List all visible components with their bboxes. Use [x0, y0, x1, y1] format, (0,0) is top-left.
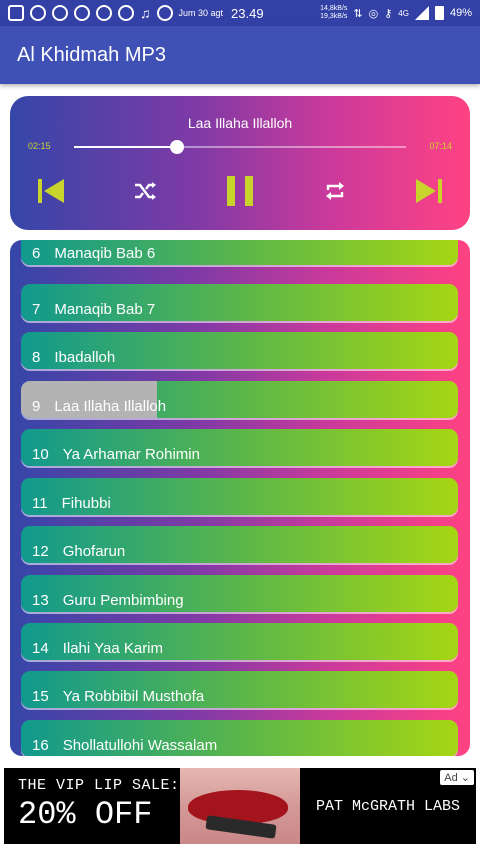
list-item[interactable]: 15 Ya Robbibil Musthofa — [21, 671, 458, 708]
hotspot-icon: ◎ — [368, 7, 379, 20]
list-item-text: 12 Ghofarun — [32, 543, 139, 560]
track-title: Ya Robbibil Musthofa — [62, 688, 205, 705]
list-item-text: 15 Ya Robbibil Musthofa — [32, 688, 218, 705]
speed-down: 19,3kB/s — [320, 13, 348, 20]
track-number: 6 — [32, 245, 41, 262]
seek-progress — [74, 146, 177, 148]
pause-button[interactable] — [226, 176, 254, 206]
track-title: Ilahi Yaa Karim — [62, 640, 164, 657]
track-number: 16 — [32, 737, 49, 754]
list-item-text: 9 Laa Illaha Illalloh — [32, 398, 180, 415]
track-number: 8 — [32, 349, 41, 366]
list-item-text: 7 Manaqib Bab 7 — [32, 301, 169, 318]
app-notification-icon — [8, 5, 24, 21]
battery-icon — [434, 6, 444, 20]
repeat-icon — [326, 182, 344, 200]
aperture-icon — [118, 5, 134, 21]
seek-bar[interactable] — [74, 140, 406, 154]
repeat-button[interactable] — [323, 176, 347, 206]
ad-brand-block: PAT McGRATH LABS Ad ⌄ — [300, 768, 476, 844]
track-title: Fihubbi — [61, 495, 111, 512]
list-item[interactable]: 10 Ya Arhamar Rohimin — [21, 429, 458, 466]
skip-next-icon — [416, 179, 442, 203]
list-item-text: 10 Ya Arhamar Rohimin — [32, 446, 214, 463]
ad-brand: PAT McGRATH LABS — [315, 797, 461, 815]
list-item[interactable]: 12 Ghofarun — [21, 526, 458, 563]
battery-percent: 49% — [449, 7, 472, 19]
ad-text-block: THE VIP LIP SALE: 20% OFF — [4, 768, 180, 844]
shuffle-icon — [135, 182, 156, 200]
track-number: 14 — [32, 640, 49, 657]
ad-headline: THE VIP LIP SALE: — [18, 777, 180, 794]
list-item-text: 6 Manaqib Bab 6 — [32, 245, 169, 262]
previous-button[interactable] — [36, 176, 66, 206]
ad-banner[interactable]: THE VIP LIP SALE: 20% OFF PAT McGRATH LA… — [4, 768, 476, 844]
track-number: 15 — [32, 688, 49, 705]
network-speed: 14,8kB/s 19,3kB/s — [320, 5, 347, 21]
current-time: 02:15 — [28, 141, 51, 151]
music-note-icon: ♫ — [140, 5, 151, 21]
track-number: 12 — [32, 543, 49, 560]
track-title: Ghofarun — [62, 543, 126, 560]
list-item[interactable]: 11 Fihubbi — [21, 478, 458, 515]
status-time: 23.49 — [231, 5, 264, 21]
system-icons: 14,8kB/s 19,3kB/s ⇅ ◎ ⚷ 4G 49% — [320, 5, 472, 21]
track-title: Manaqib Bab 6 — [54, 245, 156, 262]
total-time: 07:14 — [429, 141, 452, 151]
track-number: 11 — [32, 495, 48, 512]
track-title: Ibadalloh — [54, 349, 116, 366]
app-title: Al Khidmah MP3 — [17, 43, 166, 66]
list-item-text: 14 Ilahi Yaa Karim — [32, 640, 177, 657]
whatsapp-icon — [30, 5, 46, 21]
list-item-text: 8 Ibadalloh — [32, 349, 129, 366]
ad-lipstick-image — [180, 768, 300, 844]
skip-previous-icon — [38, 179, 64, 203]
key-icon: ⚷ — [384, 7, 393, 20]
network-type: 4G — [398, 8, 409, 18]
track-title: Guru Pembimbing — [62, 592, 184, 609]
app-bar: Al Khidmah MP3 — [0, 26, 480, 84]
list-item[interactable]: 14 Ilahi Yaa Karim — [21, 623, 458, 660]
track-number: 10 — [32, 446, 49, 463]
signal-icon — [414, 6, 429, 20]
list-item[interactable]: 16 Shollatullohi Wassalam — [21, 720, 458, 756]
track-title: Manaqib Bab 7 — [54, 301, 156, 318]
list-item[interactable]: 13 Guru Pembimbing — [21, 575, 458, 612]
track-number: 7 — [32, 301, 41, 318]
chat-icon — [52, 5, 68, 21]
playlist[interactable]: 6 Manaqib Bab 6 7 Manaqib Bab 7 8 Ibadalloh… — [10, 240, 470, 756]
list-item[interactable]: 7 Manaqib Bab 7 — [21, 284, 458, 321]
data-transfer-icon: ⇅ — [353, 7, 363, 20]
track-title: Laa Illaha Illalloh — [54, 398, 167, 415]
ad-badge-label: Ad — [444, 772, 458, 784]
list-item-text: 11 Fihubbi — [32, 495, 125, 512]
ad-choices-badge[interactable]: Ad ⌄ — [440, 770, 474, 785]
track-number: 13 — [32, 592, 49, 609]
seek-thumb[interactable] — [169, 140, 184, 154]
now-playing-title: Laa Illaha Illalloh — [187, 115, 293, 131]
list-item-selected[interactable]: 9 Laa Illaha Illalloh — [21, 381, 458, 418]
aperture-icon — [96, 5, 112, 21]
track-title: Shollatullohi Wassalam — [62, 737, 218, 754]
track-title: Ya Arhamar Rohimin — [62, 446, 200, 463]
track-number: 9 — [32, 398, 41, 415]
player-card: Laa Illaha Illalloh 02:15 07:14 — [10, 96, 470, 230]
speed-up: 14,8kB/s — [320, 5, 348, 12]
list-item[interactable]: 6 Manaqib Bab 6 — [21, 240, 458, 265]
notification-icon — [156, 5, 173, 21]
list-item[interactable]: 8 Ibadalloh — [21, 332, 458, 369]
next-button[interactable] — [414, 176, 444, 206]
pause-icon — [227, 176, 253, 206]
list-item-text: 16 Shollatullohi Wassalam — [32, 737, 231, 754]
status-date: Jum 30 agt — [178, 8, 224, 18]
notification-icons: ♫ Jum 30 agt 23.49 — [8, 5, 264, 21]
aperture-icon — [74, 5, 90, 21]
shuffle-button[interactable] — [132, 176, 158, 206]
status-bar: ♫ Jum 30 agt 23.49 14,8kB/s 19,3kB/s ⇅ ◎… — [0, 0, 480, 26]
ad-offer: 20% OFF — [18, 796, 153, 833]
list-item-text: 13 Guru Pembimbing — [32, 592, 198, 609]
